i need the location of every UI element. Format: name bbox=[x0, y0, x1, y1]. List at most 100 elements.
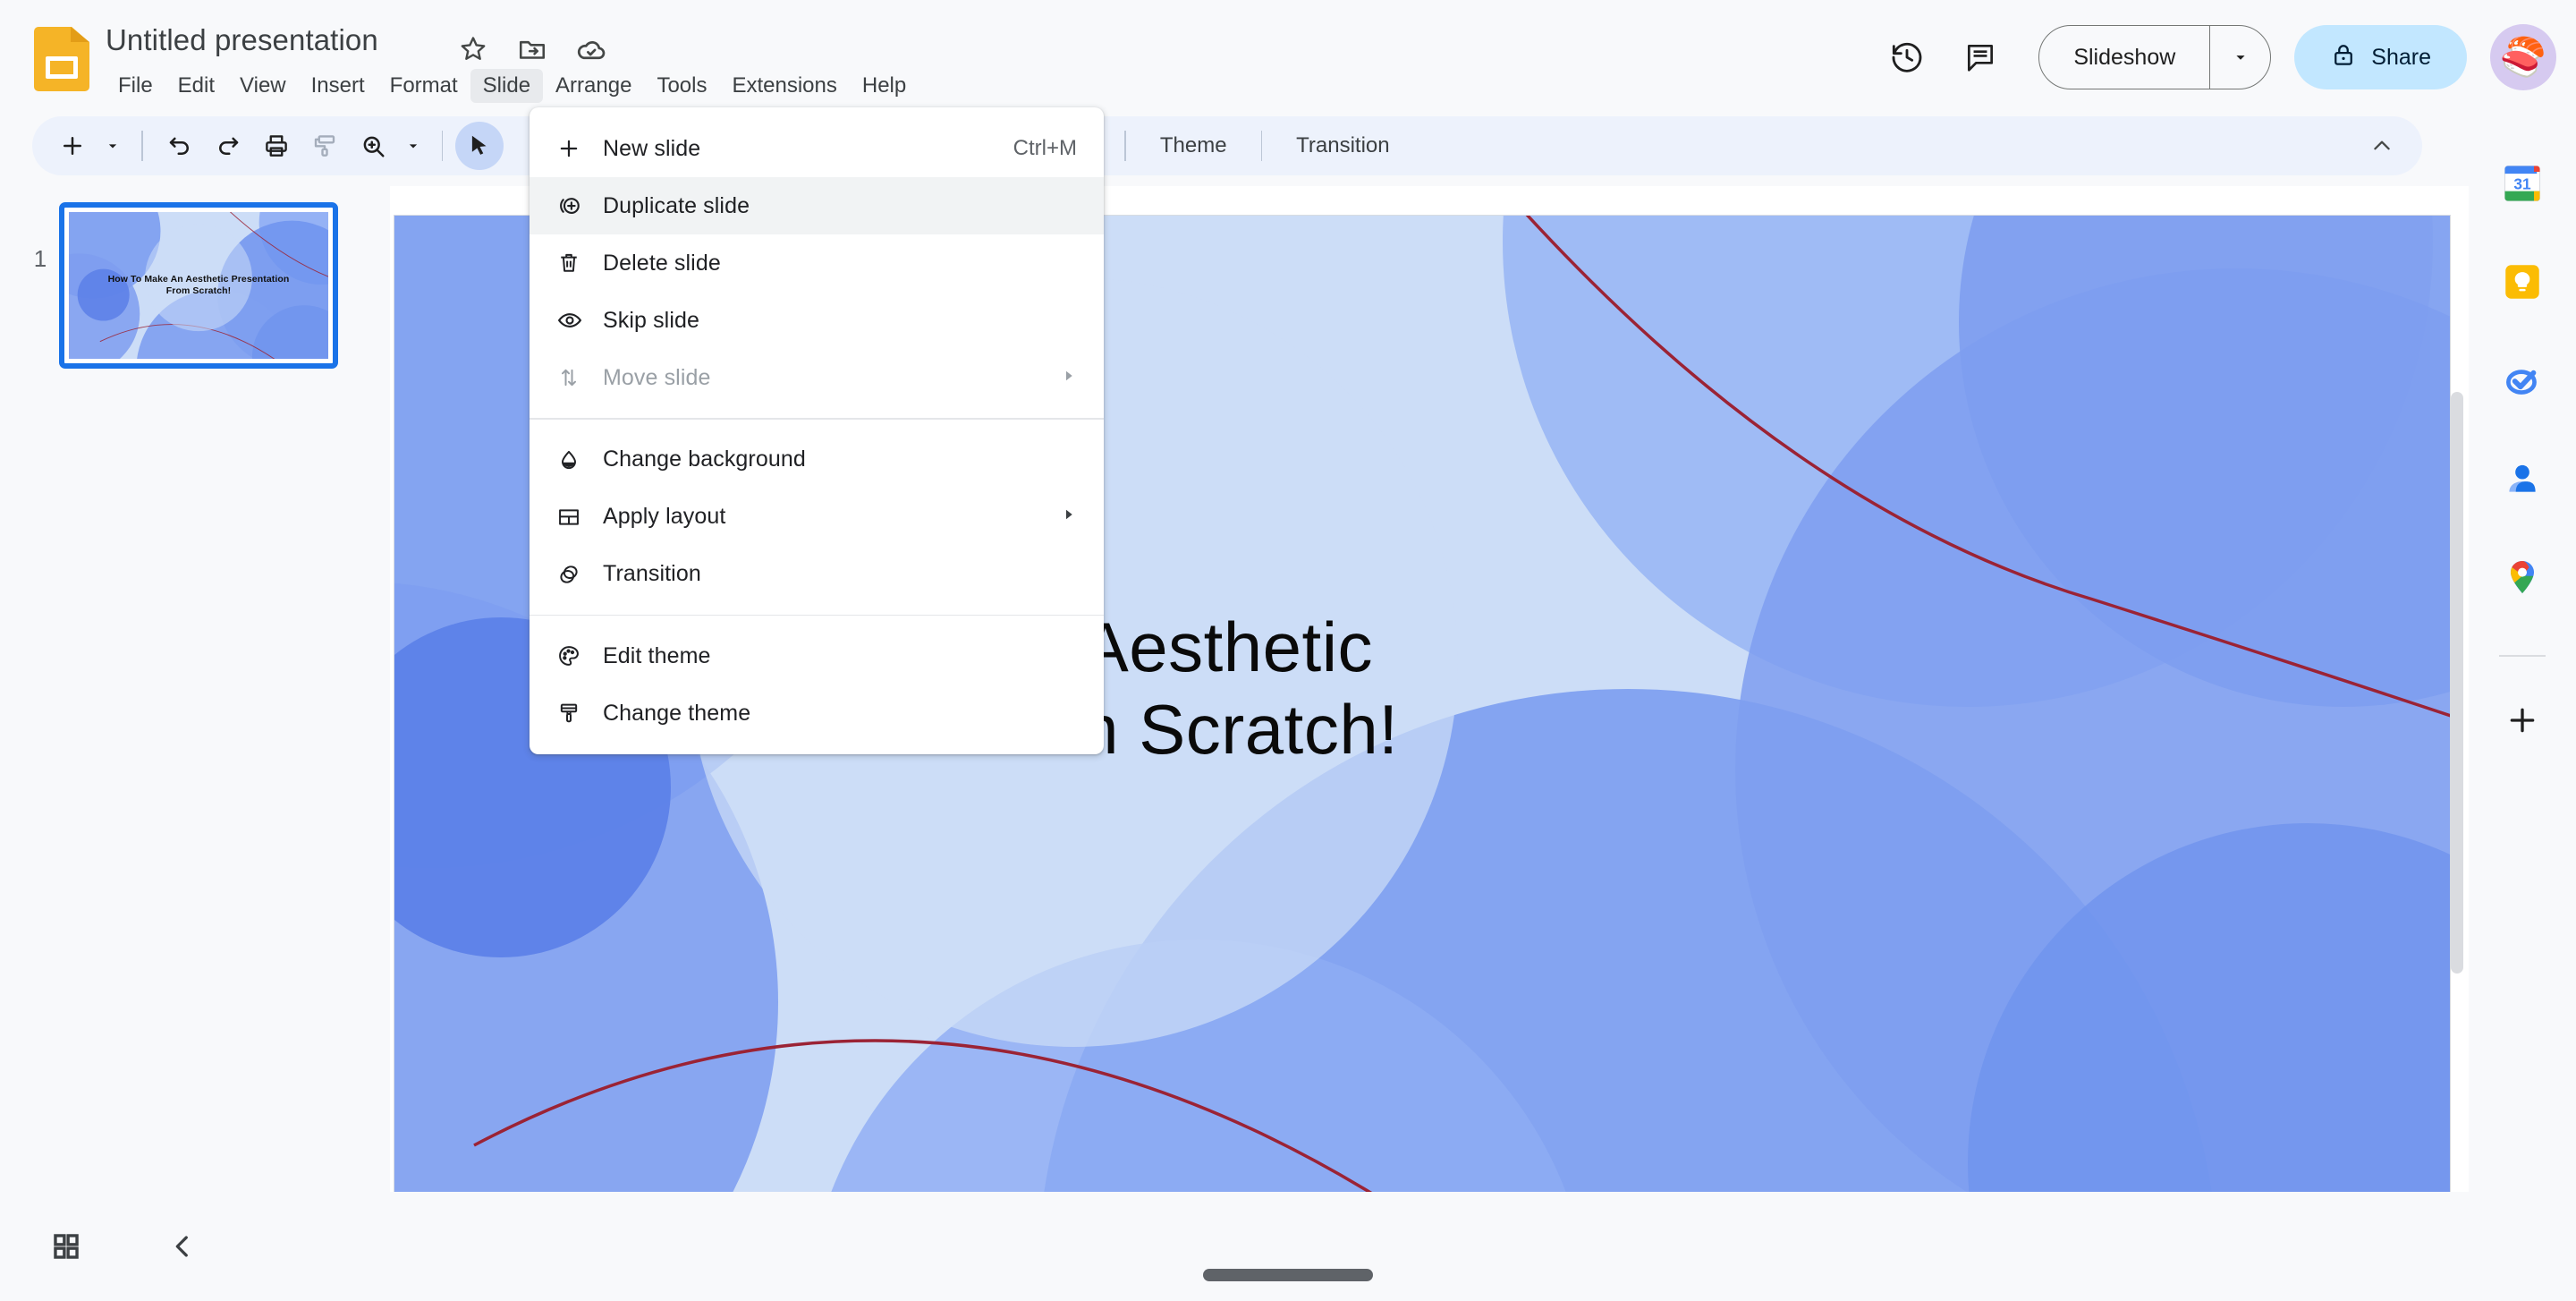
cloud-saved-icon[interactable] bbox=[572, 30, 610, 68]
undo-button[interactable] bbox=[156, 122, 204, 170]
submenu-arrow-icon bbox=[1061, 506, 1077, 527]
transition-button[interactable]: Transition bbox=[1275, 133, 1411, 158]
theme-button[interactable]: Theme bbox=[1139, 133, 1249, 158]
slide-number: 1 bbox=[33, 245, 47, 272]
slide-thumbnail-canvas: How To Make An Aesthetic Presentation Fr… bbox=[69, 212, 328, 359]
new-slide-caret-icon[interactable] bbox=[97, 122, 129, 170]
share-label: Share bbox=[2371, 44, 2431, 70]
droplet-icon bbox=[556, 447, 603, 472]
rail-divider bbox=[2499, 655, 2546, 657]
print-button[interactable] bbox=[252, 122, 301, 170]
slide-menu-dropdown[interactable]: New slide Ctrl+M Duplicate slide Delete … bbox=[530, 107, 1104, 754]
avatar[interactable]: 🍣 bbox=[2490, 24, 2556, 90]
menu-arrange[interactable]: Arrange bbox=[543, 69, 644, 103]
menu-format[interactable]: Format bbox=[377, 69, 470, 103]
menu-bar: File Edit View Insert Format Slide Arran… bbox=[106, 68, 919, 104]
menu-item-apply-layout[interactable]: Apply layout bbox=[530, 489, 1104, 546]
menu-file[interactable]: File bbox=[106, 69, 165, 103]
menu-extensions[interactable]: Extensions bbox=[719, 69, 849, 103]
menu-edit[interactable]: Edit bbox=[165, 69, 227, 103]
menu-divider bbox=[530, 418, 1104, 420]
menu-tools[interactable]: Tools bbox=[644, 69, 719, 103]
slideshow-button-group: Slideshow bbox=[2038, 25, 2272, 89]
svg-text:31: 31 bbox=[2513, 175, 2531, 193]
menu-item-move-slide: Move slide bbox=[530, 349, 1104, 406]
menu-item-skip-slide[interactable]: Skip slide bbox=[530, 292, 1104, 349]
menu-item-shortcut: Ctrl+M bbox=[1013, 136, 1077, 160]
new-slide-button[interactable] bbox=[48, 122, 97, 170]
version-history-icon[interactable] bbox=[1870, 21, 1944, 94]
menu-divider-2 bbox=[530, 614, 1104, 616]
menu-slide[interactable]: Slide bbox=[470, 69, 544, 103]
google-keep-icon[interactable] bbox=[2489, 249, 2555, 315]
add-ons-plus-icon[interactable] bbox=[2489, 687, 2555, 753]
document-title[interactable]: Untitled presentation bbox=[106, 23, 378, 57]
menu-item-label: Transition bbox=[603, 561, 701, 586]
menu-item-change-background[interactable]: Change background bbox=[530, 431, 1104, 489]
redo-button[interactable] bbox=[204, 122, 252, 170]
layout-icon bbox=[556, 505, 603, 530]
toolbar-divider-2 bbox=[441, 131, 444, 161]
eye-icon bbox=[556, 307, 603, 334]
menu-item-duplicate-slide[interactable]: Duplicate slide bbox=[530, 177, 1104, 234]
app-header: Untitled presentation File Edit View Ins… bbox=[0, 0, 2576, 115]
vertical-scrollbar[interactable] bbox=[2451, 392, 2463, 974]
zoom-caret-icon[interactable] bbox=[397, 122, 429, 170]
menu-item-label: Skip slide bbox=[603, 307, 699, 333]
menu-item-label: Duplicate slide bbox=[603, 192, 750, 218]
paint-format-button[interactable] bbox=[301, 122, 349, 170]
toolbar-divider bbox=[141, 131, 143, 161]
toolbar-divider-3 bbox=[1124, 131, 1126, 161]
star-icon[interactable] bbox=[454, 30, 492, 68]
bottom-bar bbox=[0, 1192, 2576, 1301]
side-panel-rail: 31 bbox=[2469, 115, 2576, 1301]
collapse-filmstrip-icon[interactable] bbox=[150, 1214, 215, 1279]
menu-item-delete-slide[interactable]: Delete slide bbox=[530, 234, 1104, 292]
transition-icon bbox=[556, 562, 603, 587]
toolbar-divider-4 bbox=[1260, 131, 1263, 161]
google-tasks-icon[interactable] bbox=[2489, 347, 2555, 413]
slide-thumbnail[interactable]: How To Make An Aesthetic Presentation Fr… bbox=[59, 202, 338, 369]
menu-view[interactable]: View bbox=[227, 69, 299, 103]
paintbrush-icon bbox=[556, 701, 603, 726]
slideshow-caret-icon[interactable] bbox=[2209, 26, 2270, 89]
thumbnail-title-text: How To Make An Aesthetic Presentation Fr… bbox=[107, 274, 290, 296]
move-updown-icon bbox=[556, 365, 603, 390]
menu-item-label: Change theme bbox=[603, 700, 751, 726]
comment-history-icon[interactable] bbox=[1944, 21, 2017, 94]
google-calendar-icon[interactable]: 31 bbox=[2489, 150, 2555, 217]
zoom-button[interactable] bbox=[349, 122, 397, 170]
submenu-arrow-icon bbox=[1061, 368, 1077, 388]
menu-item-edit-theme[interactable]: Edit theme bbox=[530, 627, 1104, 685]
share-button[interactable]: Share bbox=[2294, 25, 2467, 89]
duplicate-slide-icon bbox=[556, 192, 603, 219]
google-maps-icon[interactable] bbox=[2489, 544, 2555, 610]
menu-item-label: Change background bbox=[603, 446, 806, 472]
menu-item-label: Delete slide bbox=[603, 250, 721, 276]
menu-item-transition[interactable]: Transition bbox=[530, 546, 1104, 603]
trash-icon bbox=[556, 251, 603, 276]
slide-filmstrip[interactable]: 1 How To Make An Aesthetic Presentation … bbox=[0, 186, 390, 1192]
select-tool-button[interactable] bbox=[455, 122, 504, 170]
menu-help[interactable]: Help bbox=[850, 69, 919, 103]
slides-app-window: Untitled presentation File Edit View Ins… bbox=[0, 0, 2576, 1301]
lock-icon bbox=[2330, 41, 2357, 74]
menu-item-label: Edit theme bbox=[603, 642, 711, 668]
collapse-toolbar-icon[interactable] bbox=[2358, 122, 2406, 170]
menu-item-label: New slide bbox=[603, 135, 701, 161]
move-to-folder-icon[interactable] bbox=[513, 30, 551, 68]
menu-item-new-slide[interactable]: New slide Ctrl+M bbox=[530, 120, 1104, 177]
main-toolbar: Layout Theme Transition bbox=[32, 116, 2422, 175]
grid-view-icon[interactable] bbox=[34, 1214, 98, 1279]
menu-item-label: Move slide bbox=[603, 364, 711, 390]
menu-insert[interactable]: Insert bbox=[299, 69, 377, 103]
google-contacts-icon[interactable] bbox=[2489, 446, 2555, 512]
menu-item-label: Apply layout bbox=[603, 504, 726, 529]
list-item[interactable]: 1 How To Make An Aesthetic Presentation … bbox=[0, 186, 390, 369]
slides-logo-icon bbox=[34, 27, 89, 91]
slideshow-button[interactable]: Slideshow bbox=[2039, 26, 2209, 89]
header-actions: Slideshow Share 🍣 bbox=[1870, 14, 2556, 100]
plus-icon bbox=[556, 136, 603, 161]
menu-item-change-theme[interactable]: Change theme bbox=[530, 685, 1104, 742]
home-indicator bbox=[1203, 1269, 1373, 1281]
